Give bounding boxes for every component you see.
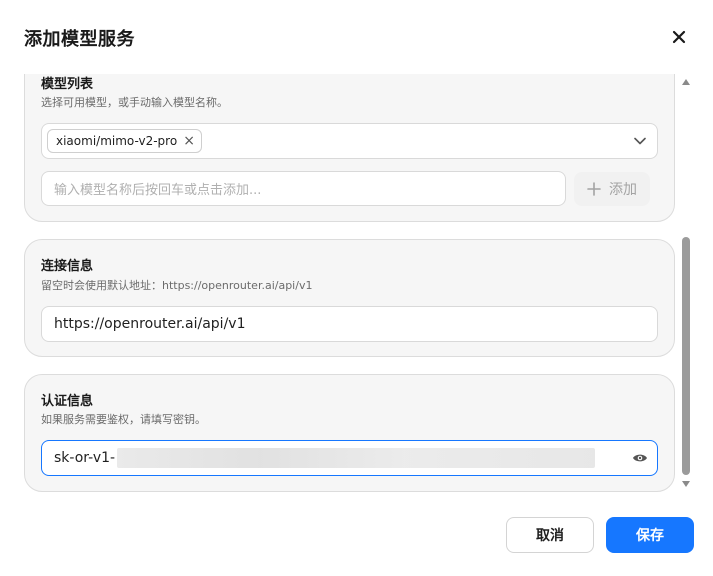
close-button[interactable] bbox=[668, 26, 690, 48]
cancel-button[interactable]: 取消 bbox=[506, 517, 594, 553]
dialog-scroll-area[interactable]: 模型列表 选择可用模型，或手动输入模型名称。 xiaomi/mimo-v2-pr… bbox=[0, 74, 713, 496]
model-name-placeholder: 输入模型名称后按回车或点击添加... bbox=[54, 183, 262, 198]
auth-card: 认证信息 如果服务需要鉴权，请填写密钥。 sk-or-v1- bbox=[24, 374, 675, 492]
add-model-button[interactable]: 添加 bbox=[574, 172, 650, 206]
base-url-value: https://openrouter.ai/api/v1 bbox=[54, 316, 246, 332]
model-list-title: 模型列表 bbox=[41, 77, 94, 92]
connection-card: 连接信息 留空时会使用默认地址：https://openrouter.ai/ap… bbox=[24, 239, 675, 357]
model-list-card: 模型列表 选择可用模型，或手动输入模型名称。 xiaomi/mimo-v2-pr… bbox=[24, 74, 675, 222]
api-key-masked bbox=[117, 448, 596, 468]
eye-icon[interactable] bbox=[632, 451, 648, 469]
close-icon bbox=[672, 30, 686, 44]
scrollbar-thumb[interactable] bbox=[682, 237, 690, 475]
scroll-up-arrow-icon[interactable] bbox=[682, 79, 690, 85]
add-model-label: 添加 bbox=[609, 182, 637, 198]
model-list-description: 选择可用模型，或手动输入模型名称。 bbox=[41, 96, 228, 109]
model-name-input[interactable]: 输入模型名称后按回车或点击添加... bbox=[41, 171, 566, 206]
model-tag: xiaomi/mimo-v2-pro × bbox=[47, 129, 202, 153]
connection-description: 留空时会使用默认地址：https://openrouter.ai/api/v1 bbox=[41, 279, 313, 292]
plus-icon bbox=[587, 182, 601, 196]
auth-description: 如果服务需要鉴权，请填写密钥。 bbox=[41, 413, 206, 426]
add-model-service-dialog: 添加模型服务 模型列表 选择可用模型，或手动输入模型名称。 xiaomi/mim… bbox=[0, 0, 713, 576]
chevron-down-icon[interactable] bbox=[633, 134, 647, 152]
scroll-down-arrow-icon[interactable] bbox=[682, 481, 690, 487]
tag-remove-icon[interactable]: × bbox=[183, 134, 195, 148]
api-key-prefix: sk-or-v1- bbox=[54, 450, 116, 466]
model-select[interactable]: xiaomi/mimo-v2-pro × bbox=[41, 123, 658, 159]
base-url-input[interactable]: https://openrouter.ai/api/v1 bbox=[41, 306, 658, 342]
save-button[interactable]: 保存 bbox=[606, 517, 694, 553]
dialog-title: 添加模型服务 bbox=[24, 29, 135, 50]
model-tag-label: xiaomi/mimo-v2-pro bbox=[56, 134, 178, 148]
auth-title: 认证信息 bbox=[41, 394, 94, 409]
api-key-input[interactable]: sk-or-v1- bbox=[41, 440, 658, 476]
connection-title: 连接信息 bbox=[41, 259, 94, 274]
